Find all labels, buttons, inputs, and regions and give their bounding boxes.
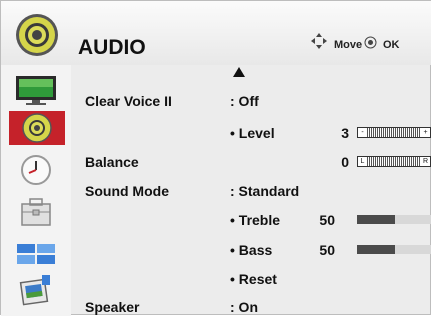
option-toolbox-icon [21, 198, 51, 226]
balance-slider[interactable]: L R [357, 156, 431, 167]
page-title: AUDIO [78, 36, 146, 59]
ok-hint-label: OK [383, 39, 400, 51]
move-hint-label: Move [334, 39, 363, 51]
sidebar-item-input[interactable] [11, 235, 61, 273]
sidebar-item-audio[interactable] [9, 111, 65, 145]
bass-slider[interactable] [357, 245, 431, 254]
scroll-up-indicator[interactable] [233, 67, 245, 77]
bass-label[interactable]: • Bass [230, 242, 272, 258]
move-arrows-icon [311, 33, 327, 49]
menu-header: AUDIO Move OK [1, 1, 431, 65]
audio-menu-screen: AUDIO Move OK Clear Voice II: Off • Lev… [0, 0, 431, 316]
reset-label[interactable]: • Reset [230, 271, 277, 287]
sidebar-item-option[interactable] [11, 193, 61, 231]
treble-value: 50 [319, 212, 335, 228]
level-value: 3 [341, 125, 349, 141]
bass-value: 50 [319, 242, 335, 258]
bass-slider-fill [357, 245, 395, 254]
balance-value: 0 [341, 154, 349, 170]
level-slider-max-cap: + [421, 128, 430, 137]
balance-left-tag: L [358, 157, 367, 166]
ok-button-icon [364, 36, 377, 49]
clear-voice-value: : Off [230, 93, 259, 109]
photo-media-icon [19, 275, 50, 306]
input-list-icon [17, 244, 55, 264]
speaker-label[interactable]: Speaker [85, 299, 139, 315]
level-label[interactable]: • Level [230, 125, 275, 141]
balance-right-tag: R [421, 157, 430, 166]
level-slider[interactable]: - + [357, 127, 431, 138]
sidebar-item-media[interactable] [11, 271, 61, 309]
menu-category-sidebar [1, 65, 71, 316]
audio-speaker-icon [22, 113, 52, 143]
monitor-picture-icon [16, 76, 56, 105]
clock-icon [21, 155, 51, 185]
speaker-value: : On [230, 299, 258, 315]
treble-slider[interactable] [357, 215, 431, 224]
sound-mode-value: : Standard [230, 183, 300, 199]
audio-speaker-icon [16, 14, 58, 56]
treble-slider-fill [357, 215, 395, 224]
clear-voice-label[interactable]: Clear Voice II [85, 93, 172, 109]
sidebar-item-time[interactable] [11, 151, 61, 189]
sidebar-item-picture[interactable] [11, 71, 61, 109]
level-slider-min-cap: - [358, 128, 367, 137]
treble-label[interactable]: • Treble [230, 212, 280, 228]
balance-label[interactable]: Balance [85, 154, 139, 170]
sound-mode-label[interactable]: Sound Mode [85, 183, 169, 199]
